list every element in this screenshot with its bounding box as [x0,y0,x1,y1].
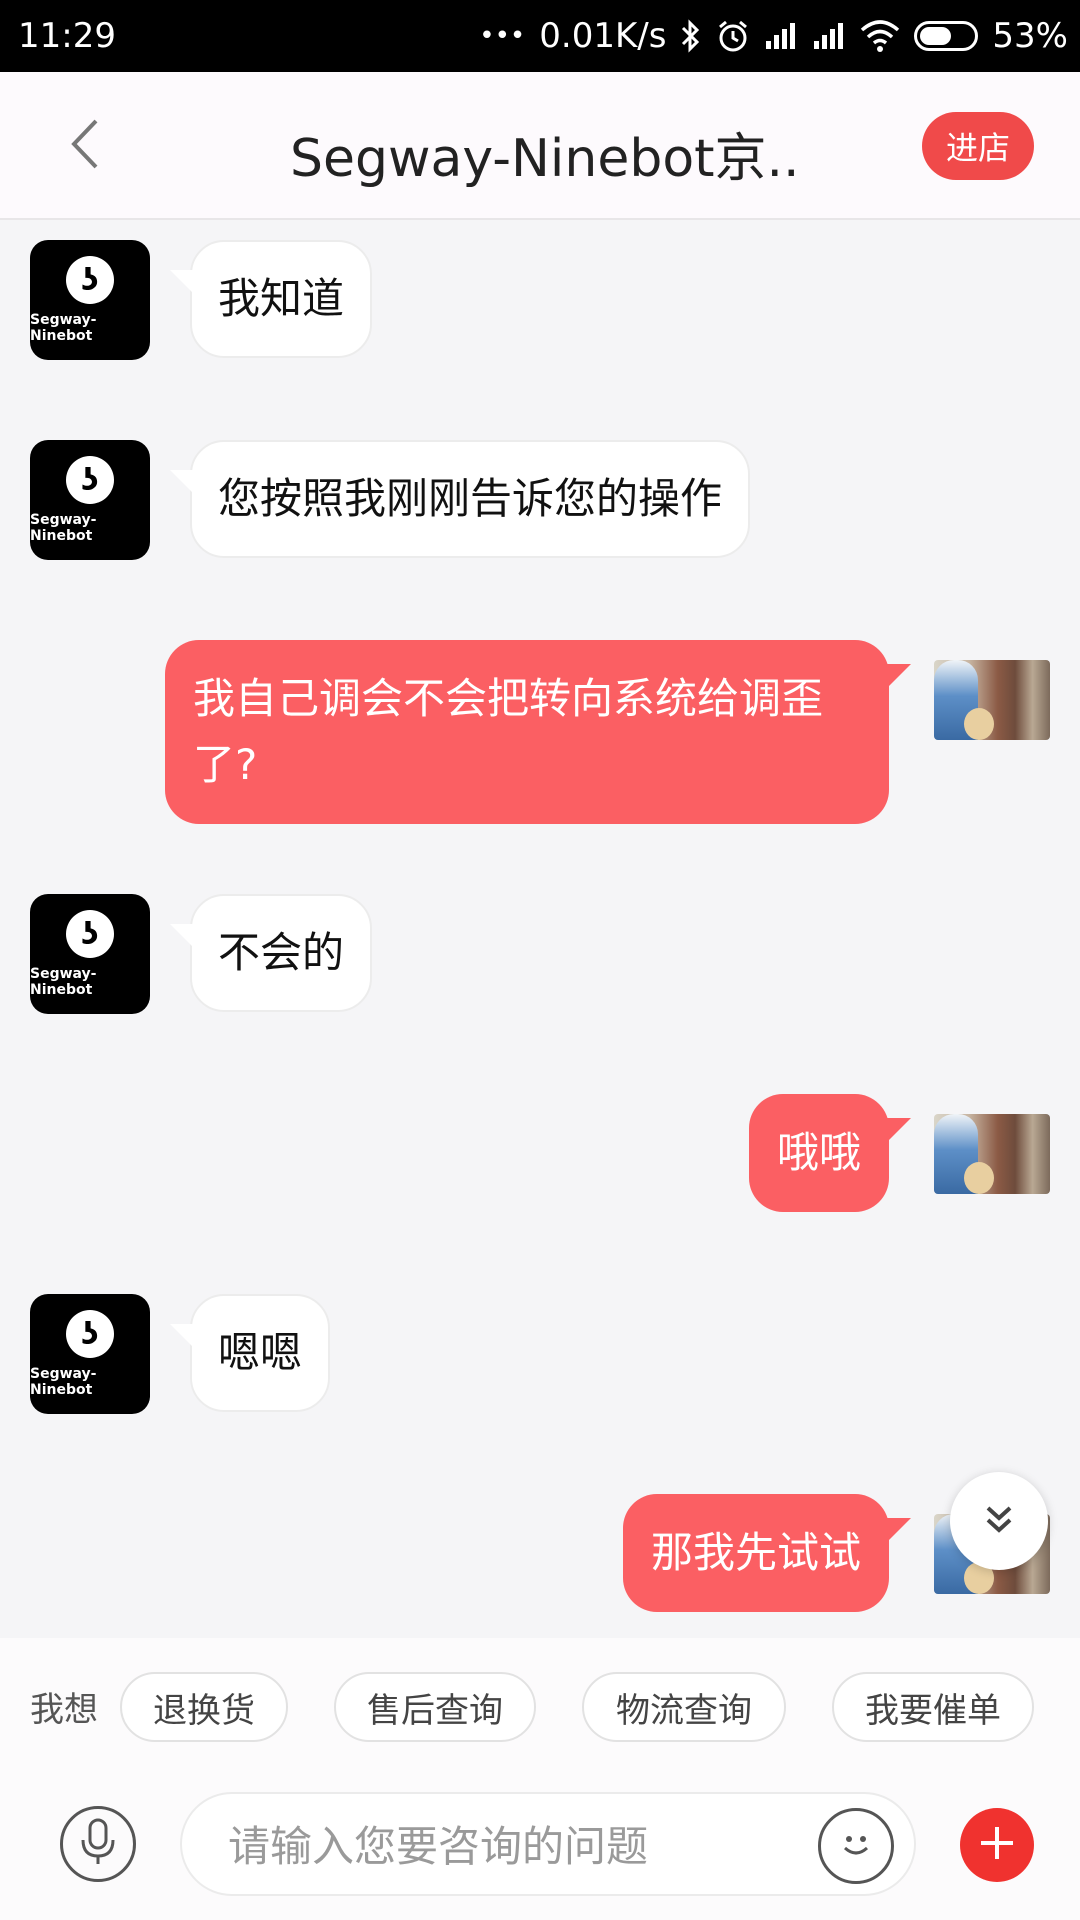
user-avatar[interactable] [934,1114,1050,1194]
message-bubble-incoming: 我知道 [169,240,373,358]
segway-logo-icon: ʖ [66,456,114,504]
shop-avatar[interactable]: ʖ Segway-Ninebot [30,894,150,1014]
quick-actions-label: 我想 [30,1690,98,1730]
voice-button[interactable] [60,1806,136,1882]
message-bubble-incoming: 不会的 [169,894,373,1012]
chevron-left-icon [70,119,100,173]
enter-shop-button[interactable]: 进店 [922,112,1034,180]
segway-logo-icon: ʖ [66,910,114,958]
page-title: Segway-Ninebot京... [290,129,800,189]
status-time: 11:29 [18,16,116,56]
signal-icon [764,21,798,51]
user-avatar[interactable] [934,660,1050,740]
message-bubble-incoming: 您按照我刚刚告诉您的操作 [169,440,751,558]
scroll-to-bottom-button[interactable] [950,1472,1048,1570]
signal-icon-2 [812,21,846,51]
notification-dots: ••• [479,21,526,51]
microphone-icon [80,1818,116,1870]
quick-actions-bar: 我想 退换货 售后查询 物流查询 我要催单 [0,1638,1080,1768]
message-bubble-outgoing: 哦哦 [748,1094,912,1212]
shop-avatar[interactable]: ʖ Segway-Ninebot [30,240,150,360]
shop-avatar[interactable]: ʖ Segway-Ninebot [30,440,150,560]
plus-icon [977,1823,1017,1867]
chip-urge-order[interactable]: 我要催单 [832,1672,1034,1742]
wifi-icon [860,20,900,52]
message-bubble-outgoing: 那我先试试 [622,1494,912,1612]
chat-messages[interactable]: ʖ Segway-Ninebot 我知道 ʖ Segway-Ninebot 您按… [0,222,1080,1638]
message-input[interactable] [226,1812,766,1880]
message-bubble-incoming: 嗯嗯 [169,1294,331,1412]
status-icons: ••• 0.01K/s 53% [479,16,1068,56]
chip-after-sales[interactable]: 售后查询 [334,1672,536,1742]
chat-header: Segway-Ninebot京... 进店 [0,72,1080,220]
segway-logo-icon: ʖ [66,1310,114,1358]
message-bubble-outgoing: 我自己调会不会把转向系统给调歪了? [165,640,911,824]
more-actions-button[interactable] [960,1808,1034,1882]
double-chevron-down-icon [982,1502,1016,1540]
chip-logistics[interactable]: 物流查询 [582,1672,786,1742]
message-input-wrapper [180,1792,916,1896]
status-bar: 11:29 ••• 0.01K/s 53% [0,0,1080,72]
bluetooth-icon [680,19,702,53]
network-speed: 0.01K/s [539,16,667,56]
chip-return-exchange[interactable]: 退换货 [120,1672,288,1742]
smiley-icon [836,1824,876,1868]
battery-percent: 53% [992,16,1068,56]
alarm-icon [716,19,750,53]
back-button[interactable] [55,116,115,176]
segway-logo-icon: ʖ [66,256,114,304]
shop-avatar[interactable]: ʖ Segway-Ninebot [30,1294,150,1414]
emoji-button[interactable] [818,1808,894,1884]
input-bar [0,1768,1080,1920]
battery-icon [914,21,979,51]
